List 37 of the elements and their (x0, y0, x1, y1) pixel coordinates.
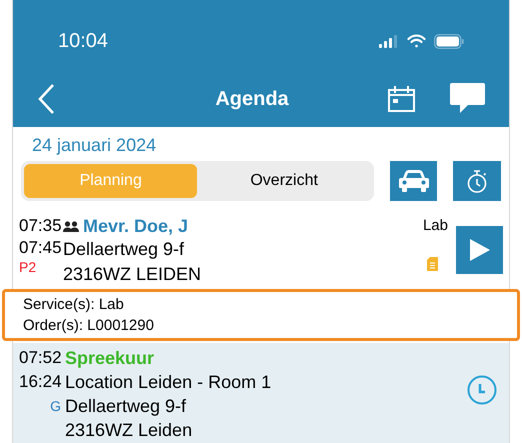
wifi-icon (407, 34, 426, 48)
detail-line: Order(s): L0001290 (23, 316, 155, 336)
car-icon (398, 170, 429, 192)
start-time: 07:35 (19, 215, 61, 237)
page-title: Agenda (214, 86, 290, 112)
play-icon (470, 239, 490, 261)
chat-button[interactable] (450, 83, 485, 114)
clock-icon (467, 375, 497, 405)
address-line: Dellaertweg 9-f (63, 238, 186, 261)
address-line: 2316WZ Leiden (65, 419, 194, 442)
priority-label: P2 (19, 259, 38, 275)
patient-name[interactable]: Mevr. Doe, J (83, 215, 188, 237)
end-time: 07:45 (19, 237, 61, 259)
stopwatch-icon (467, 170, 488, 192)
location-code: G (50, 397, 61, 416)
document-icon (426, 257, 438, 271)
signal-icon (379, 34, 399, 48)
service-tag: Lab (422, 217, 448, 235)
address-line: Location Leiden - Room 1 (65, 371, 272, 394)
appointment-title[interactable]: Spreekuur (65, 346, 467, 370)
people-icon (63, 220, 79, 232)
segment-tab[interactable]: Overzicht (197, 164, 371, 198)
car-button[interactable] (390, 161, 438, 201)
end-time: 16:24 (19, 371, 61, 393)
chat-icon (450, 83, 485, 114)
timer-button[interactable] (453, 161, 501, 201)
start-time: 07:52 (19, 347, 61, 369)
detail-line: Service(s): Lab (23, 295, 125, 315)
status-time: 10:04 (58, 29, 110, 54)
address-line: 2316WZ LEIDEN (63, 263, 202, 286)
battery-icon (434, 34, 464, 48)
calendar-icon (387, 84, 416, 113)
address-line: Dellaertweg 9-f (65, 395, 188, 418)
chevron-left-icon (37, 82, 55, 114)
calendar-button[interactable] (387, 84, 416, 113)
date-label: 24 januari 2024 (31, 134, 158, 156)
start-button[interactable] (456, 226, 503, 274)
